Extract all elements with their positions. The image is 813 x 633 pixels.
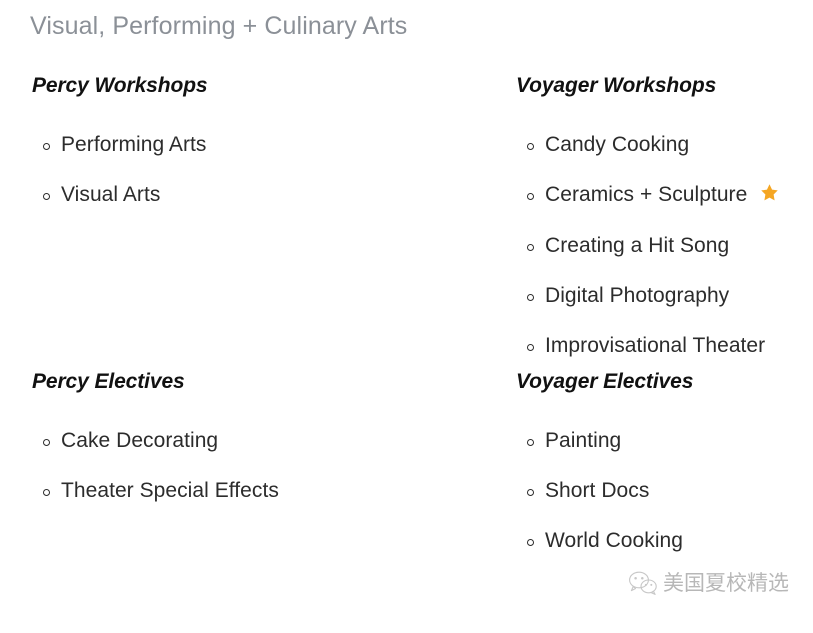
voyager-electives-heading: Voyager Electives: [516, 370, 694, 393]
watermark: 美国夏校精选: [628, 570, 789, 597]
percy-electives-heading: Percy Electives: [32, 370, 185, 393]
list-item-label: Visual Arts: [61, 183, 161, 206]
list-item-label: Candy Cooking: [545, 133, 690, 156]
bullet-icon: [527, 539, 534, 546]
list-item[interactable]: Digital Photography: [516, 283, 813, 309]
bullet-icon: [43, 439, 50, 446]
voyager-electives-section: Voyager Electives Painting Short Docs Wo…: [500, 368, 813, 554]
list-item-label: Ceramics + Sculpture: [545, 183, 748, 206]
page-title: Visual, Performing + Culinary Arts: [30, 12, 408, 40]
bullet-icon: [527, 143, 534, 150]
list-item[interactable]: Ceramics + Sculpture: [516, 182, 813, 209]
wechat-logo-icon: [628, 570, 658, 597]
bullet-icon: [527, 294, 534, 301]
list-item[interactable]: Cake Decorating: [32, 428, 500, 454]
bullet-icon: [527, 489, 534, 496]
list-item-label: Performing Arts: [61, 133, 207, 156]
percy-electives-section: Percy Electives Cake Decorating Theater …: [0, 368, 500, 554]
voyager-workshops-list: Candy Cooking Ceramics + Sculpture Creat…: [516, 132, 813, 359]
program-columns: Percy Workshops Performing Arts Visual A…: [0, 72, 813, 554]
percy-workshops-list: Performing Arts Visual Arts: [32, 132, 500, 208]
list-item[interactable]: Theater Special Effects: [32, 478, 500, 504]
list-item-label: World Cooking: [545, 529, 683, 552]
bullet-icon: [527, 193, 534, 200]
arts-program-page: Visual, Performing + Culinary Arts Percy…: [0, 0, 813, 633]
list-item[interactable]: Improvisational Theater: [516, 333, 813, 359]
list-item[interactable]: Candy Cooking: [516, 132, 813, 158]
watermark-text: 美国夏校精选: [663, 571, 789, 595]
list-item[interactable]: Performing Arts: [32, 132, 500, 158]
list-item[interactable]: Visual Arts: [32, 182, 500, 208]
percy-workshops-heading: Percy Workshops: [32, 74, 208, 97]
list-item[interactable]: Creating a Hit Song: [516, 233, 813, 259]
list-item-label: Improvisational Theater: [545, 334, 766, 357]
bullet-icon: [527, 439, 534, 446]
percy-workshops-section: Percy Workshops Performing Arts Visual A…: [0, 72, 500, 368]
list-item[interactable]: Painting: [516, 428, 813, 454]
list-item[interactable]: Short Docs: [516, 478, 813, 504]
list-item-label: Short Docs: [545, 479, 650, 502]
list-item-label: Creating a Hit Song: [545, 234, 730, 257]
bullet-icon: [43, 489, 50, 496]
voyager-electives-list: Painting Short Docs World Cooking: [516, 428, 813, 554]
voyager-workshops-section: Voyager Workshops Candy Cooking Ceramics…: [500, 72, 813, 368]
bullet-icon: [43, 193, 50, 200]
bullet-icon: [43, 143, 50, 150]
bullet-icon: [527, 344, 534, 351]
list-item-label: Theater Special Effects: [61, 479, 279, 502]
workshops-row: Percy Workshops Performing Arts Visual A…: [0, 72, 813, 368]
star-icon: [760, 183, 779, 209]
percy-electives-list: Cake Decorating Theater Special Effects: [32, 428, 500, 504]
list-item[interactable]: World Cooking: [516, 528, 813, 554]
electives-row: Percy Electives Cake Decorating Theater …: [0, 368, 813, 554]
list-item-label: Digital Photography: [545, 284, 730, 307]
list-item-label: Cake Decorating: [61, 429, 219, 452]
bullet-icon: [527, 244, 534, 251]
voyager-workshops-heading: Voyager Workshops: [516, 74, 717, 97]
list-item-label: Painting: [545, 429, 622, 452]
